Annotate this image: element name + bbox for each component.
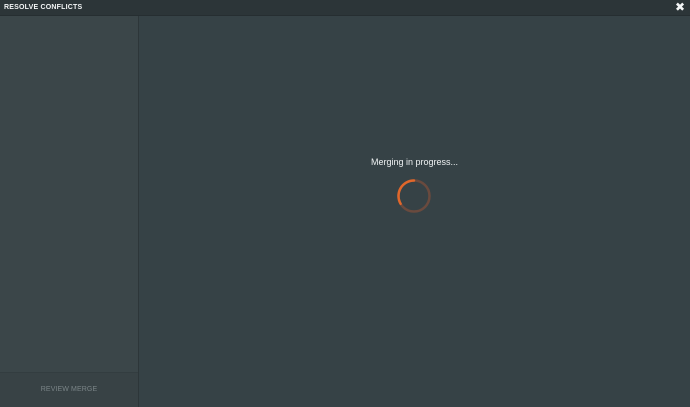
merge-progress-text: Merging in progress... (370, 157, 459, 167)
spinner-icon (397, 179, 431, 213)
resolve-conflicts-window: RESOLVE CONFLICTS ✖ REVIEW MERGE Merging… (0, 0, 690, 407)
title-bar: RESOLVE CONFLICTS ✖ (0, 0, 690, 16)
conflict-list (0, 16, 138, 373)
review-merge-button[interactable]: REVIEW MERGE (0, 372, 138, 407)
window-title: RESOLVE CONFLICTS (4, 4, 83, 11)
main-panel: Merging in progress... (139, 16, 690, 407)
close-icon[interactable]: ✖ (674, 0, 686, 14)
conflict-sidebar: REVIEW MERGE (0, 16, 139, 407)
